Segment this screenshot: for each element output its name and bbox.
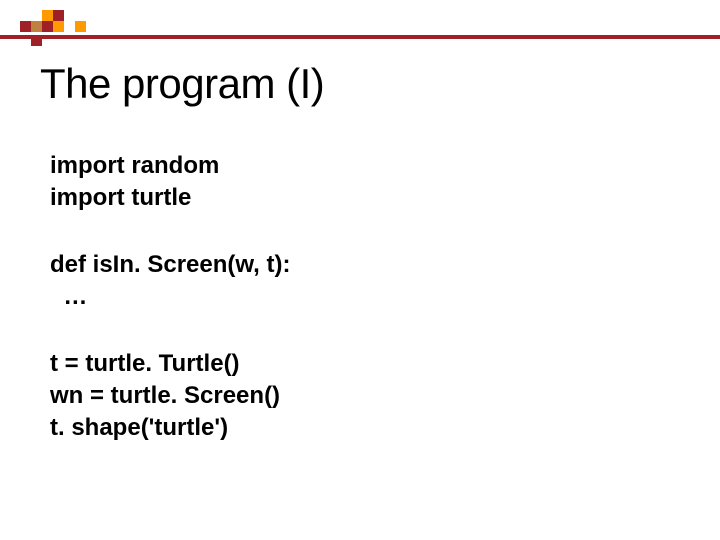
code-line: … xyxy=(50,281,680,313)
code-line: import random xyxy=(50,150,680,182)
code-line: t = turtle. Turtle() xyxy=(50,348,680,380)
code-line: def isIn. Screen(w, t): xyxy=(50,249,680,281)
code-line: wn = turtle. Screen() xyxy=(50,380,680,412)
code-line: import turtle xyxy=(50,182,680,214)
code-line: t. shape('turtle') xyxy=(50,412,680,444)
code-block-main: t = turtle. Turtle() wn = turtle. Screen… xyxy=(50,348,680,445)
code-block-function: def isIn. Screen(w, t): … xyxy=(50,249,680,314)
decorative-pixel-pattern xyxy=(20,10,86,46)
slide-title: The program (I) xyxy=(40,60,680,108)
code-block-imports: import random import turtle xyxy=(50,150,680,215)
slide-content: The program (I) import random import tur… xyxy=(40,60,680,479)
top-border-rule xyxy=(0,35,720,39)
